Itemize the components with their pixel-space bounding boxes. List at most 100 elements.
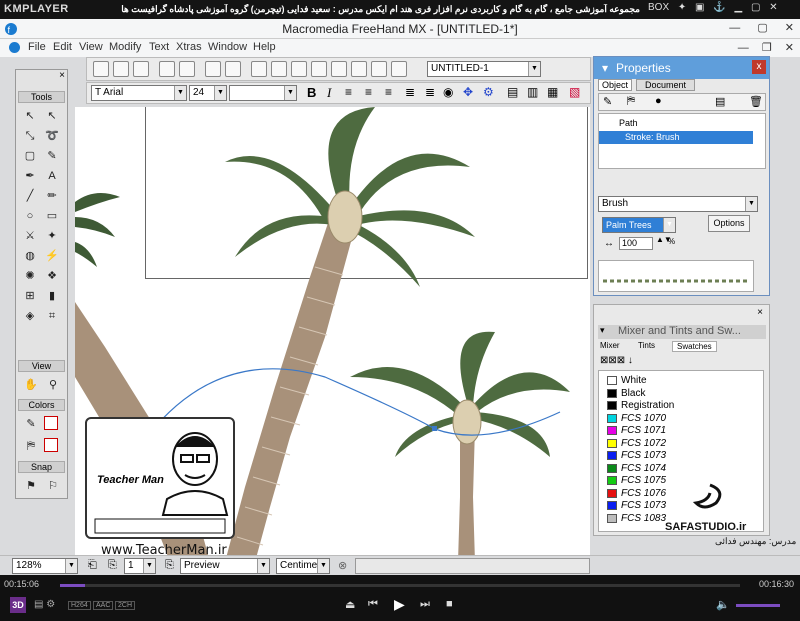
- line-tool-icon[interactable]: ╱: [20, 187, 40, 205]
- duplicate-icon[interactable]: ▤: [715, 95, 725, 108]
- align-icon[interactable]: [271, 61, 287, 77]
- tree-item-path[interactable]: Path: [619, 118, 638, 128]
- close-icon[interactable]: ×: [59, 70, 65, 81]
- hand-tool-icon[interactable]: ✋: [21, 376, 41, 394]
- layers-icon[interactable]: [291, 61, 307, 77]
- close-icon[interactable]: ×: [757, 307, 763, 318]
- graphic-hose-icon[interactable]: ✺: [20, 267, 40, 285]
- menu-edit[interactable]: Edit: [53, 41, 72, 53]
- prev-page-icon[interactable]: ⎗: [88, 559, 97, 572]
- pen-tool-icon[interactable]: ✒: [20, 167, 40, 185]
- next-page-icon[interactable]: ⎘: [108, 559, 117, 572]
- previous-icon[interactable]: ⏮: [368, 598, 378, 611]
- stroke-swatch[interactable]: [44, 416, 58, 430]
- fill-color-icon[interactable]: ⛿: [21, 437, 41, 455]
- justify-icon[interactable]: ≣: [405, 85, 415, 99]
- window-controls[interactable]: — ▢ ✕: [729, 21, 794, 34]
- tree-item-selected[interactable]: Stroke: Brush: [599, 131, 753, 144]
- document-window-controls[interactable]: — ❐ ✕: [738, 41, 794, 54]
- align-left-icon[interactable]: ≡: [345, 85, 352, 99]
- knife-tool-icon[interactable]: ⚔: [20, 227, 40, 245]
- zoom-tool-icon[interactable]: ⚲: [43, 376, 63, 394]
- snap-guide-icon[interactable]: ⚐: [43, 477, 63, 495]
- box-label[interactable]: BOX: [648, 2, 669, 13]
- seek-bar[interactable]: [60, 584, 740, 587]
- play-icon[interactable]: ▶: [394, 596, 405, 613]
- columns-icon[interactable]: ▥: [527, 85, 538, 99]
- menu-text[interactable]: Text: [149, 41, 169, 53]
- menu-xtras[interactable]: Xtras: [176, 41, 202, 53]
- font-select[interactable]: T Arial ▼: [91, 85, 187, 101]
- connector-tool-icon[interactable]: ⊞: [20, 287, 40, 305]
- italic-icon[interactable]: I: [327, 85, 331, 101]
- eject-icon[interactable]: ⏏: [345, 598, 355, 611]
- pencil-tool-icon[interactable]: ✏: [42, 187, 62, 205]
- trace-tool-icon[interactable]: ◈: [20, 307, 40, 325]
- flow-text-icon[interactable]: ▧: [569, 85, 580, 99]
- font-size-select[interactable]: 24 ▼: [189, 85, 227, 101]
- tab-tints[interactable]: Tints: [638, 341, 655, 350]
- fill-bucket-icon[interactable]: ⛿: [627, 95, 635, 108]
- library-icon[interactable]: [311, 61, 327, 77]
- tab-swatches[interactable]: Swatches: [672, 341, 717, 352]
- subselect-tool-icon[interactable]: ↖: [42, 107, 62, 125]
- swatch-options-icon[interactable]: ⊠⊠⊠ ↓: [600, 355, 633, 366]
- text-on-path-icon[interactable]: ✥: [463, 85, 473, 99]
- menu-file[interactable]: File: [28, 41, 46, 53]
- justify-all-icon[interactable]: ≣: [425, 85, 435, 99]
- text-editor-icon[interactable]: ▤: [507, 85, 518, 99]
- bend-tool-icon[interactable]: ❖: [42, 267, 62, 285]
- 3d-icon[interactable]: 3D: [10, 597, 26, 613]
- color-mixer-icon[interactable]: [351, 61, 367, 77]
- cancel-render-icon[interactable]: ⊗: [338, 559, 347, 572]
- volume-slider[interactable]: [736, 604, 780, 607]
- styles-icon[interactable]: [331, 61, 347, 77]
- stop-icon[interactable]: ■: [446, 598, 453, 610]
- menu-window[interactable]: Window: [208, 41, 247, 53]
- mirror-tool-icon[interactable]: ⚡: [42, 247, 62, 265]
- transform-icon[interactable]: [251, 61, 267, 77]
- eyedropper-tool-icon[interactable]: ✎: [42, 147, 62, 165]
- attach-text-icon[interactable]: ⚙: [483, 85, 494, 99]
- lasso-tool-icon[interactable]: ➰: [42, 127, 62, 145]
- style-select[interactable]: ▼: [229, 85, 297, 101]
- volume-icon[interactable]: 🔈: [716, 598, 730, 611]
- menu-icon[interactable]: ▤ ⚙: [34, 599, 55, 610]
- save-icon[interactable]: [133, 61, 149, 77]
- fisheye-tool-icon[interactable]: ⌗: [42, 307, 62, 325]
- scale-tool-icon[interactable]: ⤡: [20, 127, 40, 145]
- player-window-controls[interactable]: BOX ✦ ▣ ⚓ ▁ ▢ ✕: [648, 2, 778, 13]
- chart-tool-icon[interactable]: ▮: [42, 287, 62, 305]
- snap-point-icon[interactable]: ⚑: [21, 477, 41, 495]
- page-select[interactable]: 1 ▼: [124, 558, 156, 574]
- units-select[interactable]: Centimeter ▼: [276, 558, 330, 574]
- unlock-icon[interactable]: [225, 61, 241, 77]
- lock-icon[interactable]: [205, 61, 221, 77]
- rectangle-tool-icon[interactable]: ▭: [42, 207, 62, 225]
- text-tool-icon[interactable]: A: [42, 167, 62, 185]
- scale-input[interactable]: 100: [619, 237, 653, 250]
- bold-icon[interactable]: B: [307, 85, 316, 100]
- next-icon[interactable]: ⏭: [420, 598, 430, 611]
- tab-mixer[interactable]: Mixer: [600, 341, 620, 350]
- page-fit-icon[interactable]: ⎘: [165, 559, 174, 572]
- open-icon[interactable]: [113, 61, 129, 77]
- fill-swatch[interactable]: [44, 438, 58, 452]
- stroke-color-icon[interactable]: ✎: [21, 415, 41, 433]
- align-center-icon[interactable]: ≡: [365, 85, 372, 99]
- circle-text-icon[interactable]: ◉: [443, 85, 453, 99]
- ellipse-tool-icon[interactable]: ○: [20, 207, 40, 225]
- trash-icon[interactable]: 🗑: [749, 95, 763, 108]
- tab-document[interactable]: Document: [636, 79, 696, 91]
- tab-object[interactable]: Object: [598, 79, 633, 91]
- stroke-type-select[interactable]: Brush ▼: [598, 196, 758, 212]
- menu-modify[interactable]: Modify: [109, 41, 141, 53]
- page-tool-icon[interactable]: ▢: [20, 147, 40, 165]
- stroke-pen-icon[interactable]: ✎: [603, 95, 612, 108]
- swatches-icon[interactable]: [371, 61, 387, 77]
- menu-help[interactable]: Help: [253, 41, 276, 53]
- close-icon[interactable]: x: [752, 60, 766, 74]
- options-button[interactable]: Options: [708, 215, 750, 232]
- import-icon[interactable]: [159, 61, 175, 77]
- spiral-tool-icon[interactable]: ◍: [20, 247, 40, 265]
